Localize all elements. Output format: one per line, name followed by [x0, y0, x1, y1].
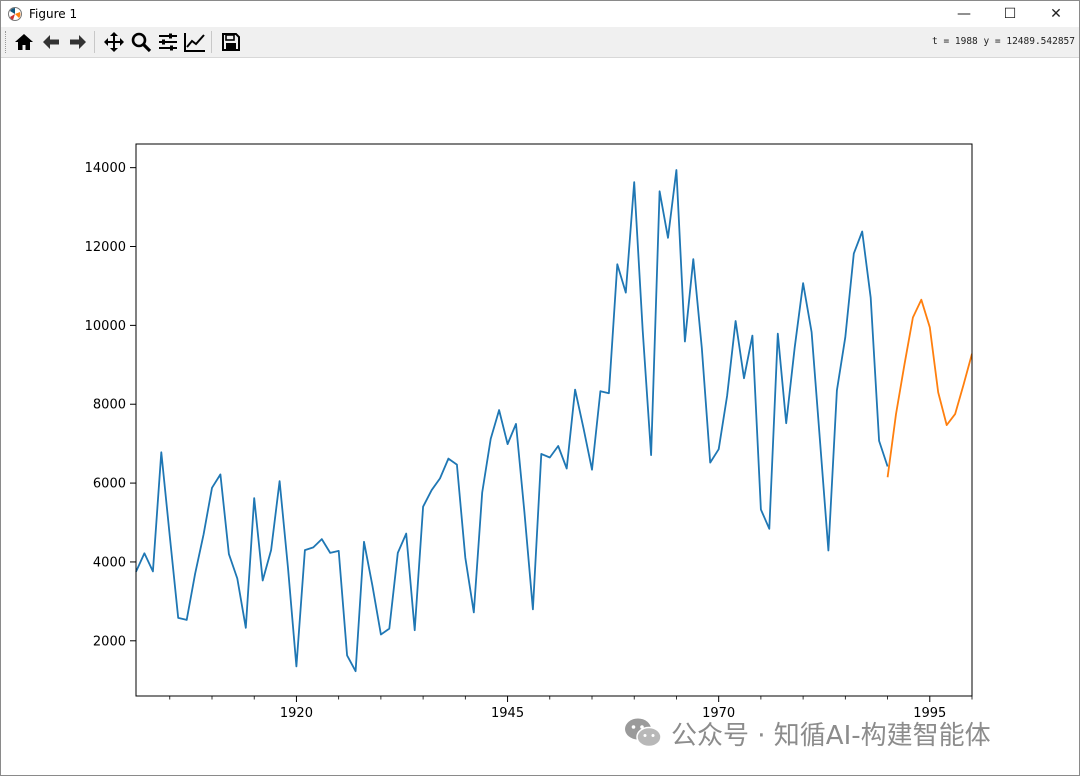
title-bar: Figure 1 — ☐ ✕ — [1, 1, 1079, 27]
window-title: Figure 1 — [29, 7, 78, 21]
toolbar-separator — [211, 31, 212, 53]
close-button[interactable]: ✕ — [1033, 1, 1079, 27]
zoom-icon[interactable] — [129, 30, 153, 54]
watermark-text: 公众号 · 知循AI-构建智能体 — [671, 720, 991, 751]
figure-window: Figure 1 — ☐ ✕ t = 1988 y = 12489.542857… — [0, 0, 1080, 776]
save-icon[interactable] — [219, 30, 243, 54]
y-tick-label: 12000 — [85, 240, 126, 255]
matplotlib-icon — [7, 6, 23, 22]
toolbar-separator — [94, 31, 95, 53]
y-tick-label: 8000 — [93, 398, 126, 413]
home-icon[interactable] — [12, 30, 36, 54]
wechat-icon — [625, 718, 662, 748]
figure-canvas[interactable]: 1920 1945 1970 1995 2000 4000 6000 8000 10000 120… — [1, 58, 1080, 775]
navigation-toolbar — [1, 27, 1079, 58]
watermark: 公众号 · 知循AI-构建智能体 — [623, 713, 991, 753]
line-chart[interactable]: 1920 1945 1970 1995200040006000800010000120… — [1, 58, 1080, 775]
back-icon[interactable] — [39, 30, 63, 54]
cursor-coordinates: t = 1988 y = 12489.542857 — [932, 36, 1075, 47]
toolbar-grip — [5, 31, 9, 53]
y-tick-label: 4000 — [93, 555, 126, 570]
edit-axes-icon[interactable] — [183, 30, 207, 54]
pan-icon[interactable] — [102, 30, 126, 54]
y-tick-label: 14000 — [85, 161, 126, 176]
plot-clip-mask — [972, 134, 1080, 706]
y-tick-label: 6000 — [93, 477, 126, 492]
forward-icon[interactable] — [66, 30, 90, 54]
y-tick-label: 2000 — [93, 634, 126, 649]
minimize-button[interactable]: — — [941, 1, 987, 27]
maximize-button[interactable]: ☐ — [987, 1, 1033, 27]
series-line-0 — [135, 169, 889, 673]
x-tick-label: 1920 — [280, 706, 313, 721]
axes-frame — [135, 143, 973, 697]
series-line-1 — [886, 298, 973, 478]
y-tick-label: 10000 — [85, 319, 126, 334]
configure-subplots-icon[interactable] — [156, 30, 180, 54]
x-tick-label: 1945 — [491, 706, 524, 721]
